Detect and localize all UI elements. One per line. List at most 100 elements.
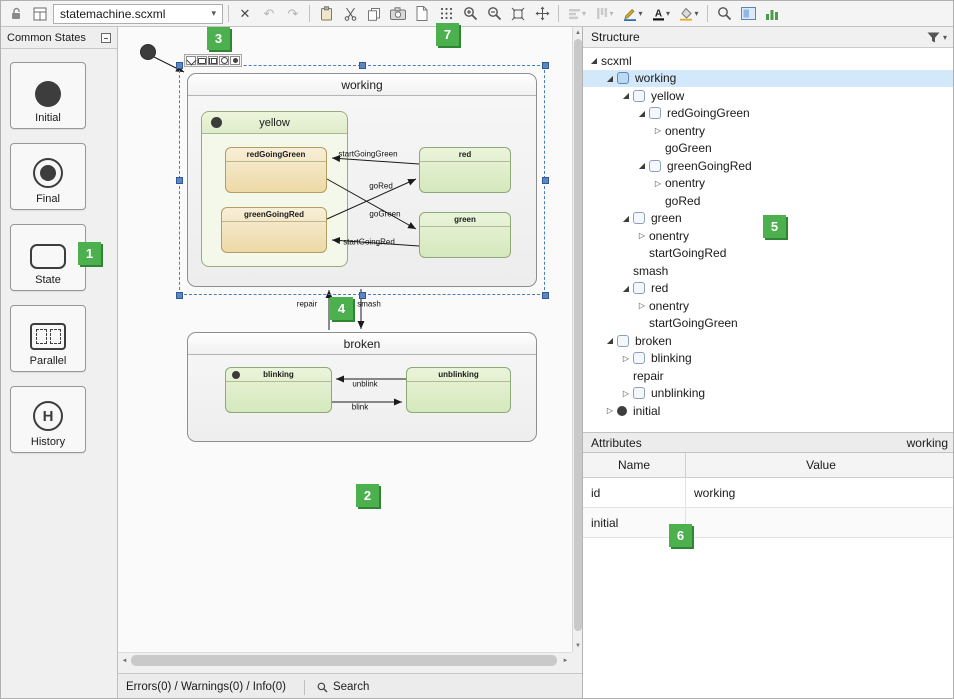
close-document-button[interactable]: ✕ — [234, 3, 256, 25]
collapse-icon[interactable]: ◢ — [635, 109, 649, 118]
tree-item-startGoingGreen[interactable]: startGoingGreen — [583, 315, 954, 333]
font-color-button[interactable]: A▾ — [648, 3, 674, 25]
tree-item-goGreen[interactable]: goGreen — [583, 140, 954, 158]
tree-item-onentry[interactable]: ▷onentry — [583, 297, 954, 315]
state-redGoingGreen[interactable]: redGoingGreen — [225, 147, 327, 193]
tree-item-initial[interactable]: ▷initial — [583, 402, 954, 420]
tree-item-yellow[interactable]: ◢yellow — [583, 87, 954, 105]
pan-icon[interactable] — [531, 3, 553, 25]
scroll-left-icon[interactable]: ◄ — [118, 653, 131, 668]
zoom-out-icon[interactable] — [483, 3, 505, 25]
column-header-value[interactable]: Value — [686, 453, 954, 477]
zoom-in-icon[interactable] — [459, 3, 481, 25]
statistics-icon[interactable] — [761, 3, 783, 25]
expand-icon[interactable]: ▷ — [619, 389, 633, 398]
tree-item-goRed[interactable]: goRed — [583, 192, 954, 210]
cut-icon[interactable] — [339, 3, 361, 25]
selection-handle[interactable] — [176, 292, 183, 299]
export-icon[interactable] — [411, 3, 433, 25]
initial-state-node[interactable] — [140, 44, 156, 60]
transition-label-startGoingGreen[interactable]: startGoingGreen — [338, 150, 397, 159]
expand-icon[interactable]: ▷ — [635, 301, 649, 310]
expand-icon[interactable]: ▷ — [651, 179, 665, 188]
selection-handle[interactable] — [542, 177, 549, 184]
tree-item-onentry[interactable]: ▷onentry — [583, 175, 954, 193]
collapse-icon[interactable]: ◢ — [603, 74, 617, 83]
add-initial-icon[interactable] — [230, 56, 240, 65]
tree-item-unblinking[interactable]: ▷unblinking — [583, 385, 954, 403]
file-selector[interactable]: statemachine.scxml ▾ — [53, 4, 223, 24]
vertical-scrollbar-thumb[interactable] — [574, 39, 582, 631]
tree-item-smash[interactable]: smash — [583, 262, 954, 280]
transition-label-smash[interactable]: smash — [357, 300, 381, 309]
tree-item-greenGoingRed[interactable]: ◢greenGoingRed — [583, 157, 954, 175]
tree-item-scxml[interactable]: ◢scxml — [583, 52, 954, 70]
transition-label-blink[interactable]: blink — [352, 403, 368, 412]
expand-icon[interactable]: ▷ — [603, 406, 617, 415]
lock-icon[interactable] — [5, 3, 27, 25]
state-greenGoingRed[interactable]: greenGoingRed — [221, 207, 327, 253]
tree-item-working[interactable]: ◢working — [583, 70, 954, 88]
collapse-icon[interactable]: ◢ — [619, 284, 633, 293]
state-blinking[interactable]: blinking — [225, 367, 332, 413]
pen-color-button[interactable]: ▾ — [620, 3, 646, 25]
state-unblinking[interactable]: unblinking — [406, 367, 511, 413]
issues-summary[interactable]: Errors(0) / Warnings(0) / Info(0) — [126, 681, 286, 693]
snap-grid-icon[interactable] — [435, 3, 457, 25]
expand-icon[interactable]: ▷ — [635, 231, 649, 240]
undo-button[interactable]: ↶ — [258, 3, 280, 25]
horizontal-scrollbar[interactable]: ◄ ► — [118, 652, 572, 667]
align-vertical-button[interactable]: ▾ — [592, 3, 618, 25]
paste-button[interactable] — [315, 3, 337, 25]
add-transition-icon[interactable] — [186, 56, 196, 65]
filter-button[interactable]: ▾ — [927, 32, 947, 43]
fill-color-button[interactable]: ▾ — [676, 3, 702, 25]
horizontal-scrollbar-thumb[interactable] — [131, 655, 557, 666]
tree-item-onentry[interactable]: ▷onentry — [583, 122, 954, 140]
navigator-panel-icon[interactable] — [737, 3, 759, 25]
search-control[interactable]: Search — [317, 681, 369, 693]
selection-handle[interactable] — [359, 292, 366, 299]
add-final-icon[interactable] — [219, 56, 229, 65]
palette-item-final[interactable]: Final — [10, 143, 86, 210]
screenshot-camera-icon[interactable] — [387, 3, 409, 25]
copy-button[interactable] — [363, 3, 385, 25]
transition-label-repair[interactable]: repair — [297, 300, 317, 309]
selection-handle[interactable] — [542, 292, 549, 299]
palette-item-history[interactable]: H History — [10, 386, 86, 453]
palette-item-parallel[interactable]: Parallel — [10, 305, 86, 372]
fit-to-view-icon[interactable] — [507, 3, 529, 25]
overview-icon[interactable] — [29, 3, 51, 25]
expand-icon[interactable]: ▷ — [651, 126, 665, 135]
attribute-value[interactable] — [686, 508, 954, 537]
transition-label-goGreen[interactable]: goGreen — [369, 210, 400, 219]
state-red[interactable]: red — [419, 147, 511, 193]
collapse-icon[interactable]: ◢ — [587, 56, 601, 65]
tree-item-red[interactable]: ◢red — [583, 280, 954, 298]
column-header-name[interactable]: Name — [583, 453, 686, 477]
tree-item-redGoingGreen[interactable]: ◢redGoingGreen — [583, 105, 954, 123]
add-state-icon[interactable] — [197, 56, 207, 65]
selection-handle[interactable] — [176, 177, 183, 184]
expand-icon[interactable]: ▷ — [619, 354, 633, 363]
align-horizontal-button[interactable]: ▾ — [564, 3, 590, 25]
tree-item-blinking[interactable]: ▷blinking — [583, 350, 954, 368]
tree-item-startGoingRed[interactable]: startGoingRed — [583, 245, 954, 263]
transition-label-startGoingRed[interactable]: startGoingRed — [343, 238, 395, 247]
collapse-icon[interactable]: ◢ — [603, 336, 617, 345]
transition-label-unblink[interactable]: unblink — [352, 380, 377, 389]
tree-item-repair[interactable]: repair — [583, 367, 954, 385]
palette-item-initial[interactable]: Initial — [10, 62, 86, 129]
state-green[interactable]: green — [419, 212, 511, 258]
attribute-name[interactable]: id — [583, 478, 686, 507]
selection-handle[interactable] — [542, 62, 549, 69]
collapse-panel-icon[interactable] — [101, 33, 111, 43]
scroll-right-icon[interactable]: ► — [559, 653, 572, 668]
transition-label-goRed[interactable]: goRed — [369, 182, 393, 191]
palette-item-state[interactable]: State — [10, 224, 86, 291]
tree-item-broken[interactable]: ◢broken — [583, 332, 954, 350]
magnifier-icon[interactable] — [713, 3, 735, 25]
selection-handle[interactable] — [176, 62, 183, 69]
collapse-icon[interactable]: ◢ — [635, 161, 649, 170]
collapse-icon[interactable]: ◢ — [619, 214, 633, 223]
